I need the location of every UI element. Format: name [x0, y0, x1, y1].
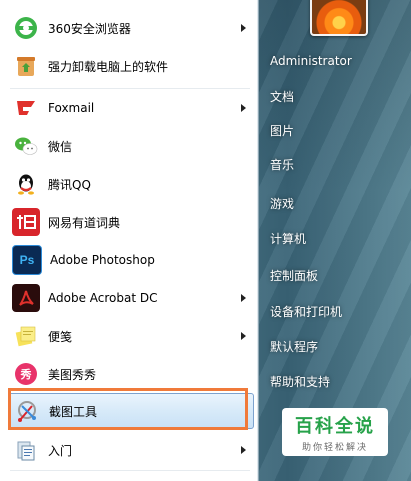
- right-item-games[interactable]: 游戏: [270, 193, 400, 215]
- submenu-arrow-icon: [241, 294, 246, 302]
- menu-item-photoshop[interactable]: Ps Adobe Photoshop: [8, 242, 254, 278]
- menu-item-label: Adobe Acrobat DC: [48, 291, 158, 305]
- menu-item-getting-started[interactable]: 入门: [8, 432, 254, 468]
- watermark: 百科全说 助你轻松解决: [282, 408, 388, 456]
- menu-item-uninstall[interactable]: 强力卸载电脑上的软件: [8, 48, 254, 84]
- wechat-icon: [12, 132, 40, 160]
- selection-highlight-box: [8, 388, 248, 430]
- menu-item-label: 网易有道词典: [48, 215, 121, 230]
- qq-icon: [12, 170, 40, 198]
- submenu-arrow-icon: [241, 446, 246, 454]
- menu-item-acrobat[interactable]: Adobe Acrobat DC: [8, 280, 254, 316]
- right-item-documents[interactable]: 文档: [270, 86, 400, 108]
- menu-item-wechat[interactable]: 微信: [8, 128, 254, 164]
- menu-item-label: Adobe Photoshop: [50, 253, 155, 267]
- foxmail-icon: [12, 94, 40, 122]
- menu-item-meitu[interactable]: 秀 美图秀秀: [8, 356, 254, 392]
- watermark-subtitle: 助你轻松解决: [301, 442, 368, 453]
- uninstall-icon: [12, 52, 40, 80]
- menu-separator: [10, 470, 250, 471]
- menu-item-label: 强力卸载电脑上的软件: [48, 59, 169, 74]
- menu-item-label: 便笺: [48, 329, 73, 344]
- menu-item-label: 美图秀秀: [48, 367, 97, 382]
- acrobat-icon: [12, 284, 40, 312]
- menu-item-label: 入门: [48, 443, 73, 458]
- submenu-arrow-icon: [241, 332, 246, 340]
- right-item-control-panel[interactable]: 控制面板: [270, 265, 400, 287]
- right-item-pictures[interactable]: 图片: [270, 120, 400, 142]
- right-item-music[interactable]: 音乐: [270, 154, 400, 176]
- menu-item-sticky-notes[interactable]: 便笺: [8, 318, 254, 354]
- menu-item-label: 微信: [48, 139, 73, 154]
- submenu-arrow-icon: [241, 104, 246, 112]
- youdao-icon: [12, 208, 40, 236]
- user-picture[interactable]: [310, 0, 368, 36]
- right-item-devices-printers[interactable]: 设备和打印机: [270, 301, 400, 323]
- menu-item-label: 腾讯QQ: [48, 177, 91, 192]
- getting-started-icon: [12, 436, 40, 464]
- submenu-arrow-icon: [241, 24, 246, 32]
- right-item-help-support[interactable]: 帮助和支持: [270, 371, 400, 393]
- right-item-user[interactable]: Administrator: [270, 50, 400, 72]
- menu-item-foxmail[interactable]: Foxmail: [8, 90, 254, 126]
- photoshop-icon: Ps: [12, 245, 42, 275]
- right-item-default-programs[interactable]: 默认程序: [270, 336, 400, 358]
- svg-text:秀: 秀: [20, 367, 32, 381]
- right-item-computer[interactable]: 计算机: [270, 228, 400, 250]
- menu-item-qq[interactable]: 腾讯QQ: [8, 166, 254, 202]
- meitu-icon: 秀: [12, 360, 40, 388]
- 360-browser-icon: [12, 14, 40, 42]
- menu-separator: [10, 88, 250, 89]
- watermark-title: 百科全说: [295, 415, 375, 437]
- menu-item-label: Foxmail: [48, 101, 95, 115]
- menu-item-label: 360安全浏览器: [48, 21, 131, 36]
- sticky-notes-icon: [12, 322, 40, 350]
- menu-item-360-browser[interactable]: 360安全浏览器: [8, 10, 254, 46]
- menu-item-youdao[interactable]: 网易有道词典: [8, 204, 254, 240]
